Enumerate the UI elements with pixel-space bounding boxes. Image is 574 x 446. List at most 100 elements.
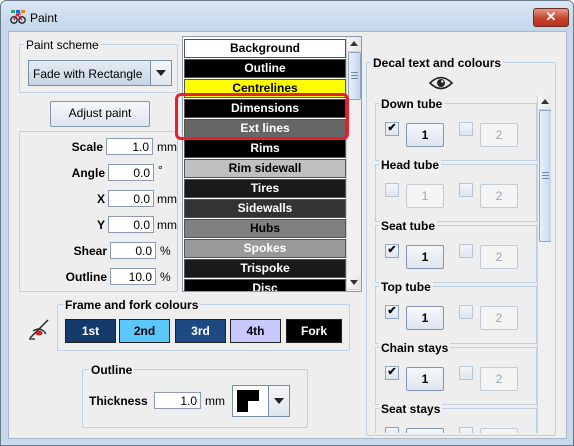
decal-text2-checkbox[interactable] [459, 427, 473, 433]
line-style-dropdown-button[interactable] [268, 386, 289, 416]
decal-item: Down tube ✔ 1 2 [375, 97, 537, 161]
scroll-down-button[interactable] [347, 275, 361, 290]
decal-text2-checkbox[interactable] [459, 305, 473, 319]
decal-scroll-up-button[interactable] [538, 95, 551, 110]
frame-fork-label: Frame and fork colours [63, 298, 201, 312]
layer-item[interactable]: Disc [184, 279, 346, 291]
angle-unit: ° [158, 163, 163, 177]
decal-item-label: Seat stays [379, 402, 443, 416]
layer-list[interactable]: Background Outline Centrelines Dimensions Ex… [182, 36, 362, 292]
arrow-up-icon [541, 99, 549, 104]
grip-icon [351, 72, 358, 73]
close-button[interactable]: ✕ [533, 8, 569, 27]
scale-unit: mm [157, 140, 177, 154]
decal-item: Seat tube ✔ 1 2 [375, 219, 537, 283]
paint-scheme-value: Fade with Rectangle [33, 67, 143, 81]
decal-text1-checkbox[interactable]: ✔ [385, 122, 399, 136]
fork-colour-button[interactable]: Fork [286, 319, 342, 343]
layer-item[interactable]: Tires [184, 179, 346, 198]
x-unit: mm [157, 192, 177, 206]
decal-text1-checkbox[interactable] [385, 183, 399, 197]
title-bar[interactable]: Paint ✕ [1, 1, 573, 31]
outline-pct-label: Outline [65, 270, 107, 284]
decal-text2-checkbox[interactable] [459, 244, 473, 258]
colour-3rd-button[interactable]: 3rd [175, 319, 226, 343]
decal-colour2-button[interactable]: 2 [480, 428, 518, 433]
thickness-unit: mm [205, 394, 225, 408]
decal-list[interactable]: Down tube ✔ 1 2 Head tube 1 2 Seat tube ✔ 1 2 Top t… [373, 95, 551, 433]
layer-item[interactable]: Background [184, 39, 346, 58]
scroll-up-button[interactable] [347, 37, 361, 52]
decal-item-label: Down tube [379, 97, 445, 111]
decal-colour1-button[interactable]: 1 [406, 123, 444, 147]
decal-colour2-button[interactable]: 2 [480, 123, 518, 147]
selection-highlight [175, 93, 349, 140]
scroll-thumb[interactable] [348, 52, 361, 100]
layer-item[interactable]: Rims [184, 139, 346, 158]
layer-item[interactable]: Outline [184, 59, 346, 78]
grip-line [542, 178, 549, 179]
decal-text1-checkbox[interactable]: ✔ [385, 305, 399, 319]
paint-scheme-label: Paint scheme [24, 38, 101, 52]
decal-item: Seat stays 1 2 [375, 402, 537, 433]
shear-unit: % [160, 244, 171, 258]
decal-colour1-button[interactable]: 1 [406, 306, 444, 330]
decal-item: Head tube 1 2 [375, 158, 537, 222]
decal-scrollbar[interactable] [537, 95, 551, 433]
client-area: Paint scheme Fade with Rectangle Adjust … [8, 31, 567, 439]
line-style-preview-icon [237, 390, 259, 412]
chevron-down-icon [156, 70, 166, 76]
decal-text2-checkbox[interactable] [459, 122, 473, 136]
decal-group-label: Decal text and colours [371, 56, 504, 70]
layer-item[interactable]: Rim sidewall [184, 159, 346, 178]
decal-text1-checkbox[interactable] [385, 427, 399, 433]
scale-field[interactable]: 1.0 [106, 138, 153, 155]
eye-icon[interactable] [429, 75, 453, 91]
y-field[interactable]: 0.0 [108, 216, 154, 233]
decal-text2-checkbox[interactable] [459, 366, 473, 380]
colour-2nd-button[interactable]: 2nd [119, 319, 170, 343]
layer-item[interactable]: Sidewalls [184, 199, 346, 218]
paint-scheme-dropdown-button[interactable] [150, 61, 171, 85]
app-icon [10, 10, 26, 24]
colour-4th-button[interactable]: 4th [230, 319, 281, 343]
decal-item: Top tube ✔ 1 2 [375, 280, 537, 344]
paint-window: Paint ✕ Paint scheme Fade with Rectangle… [0, 0, 574, 446]
no-paint-icon [29, 319, 49, 340]
decal-text2-checkbox[interactable] [459, 183, 473, 197]
decal-text1-checkbox[interactable]: ✔ [385, 366, 399, 380]
angle-label: Angle [71, 166, 105, 180]
grip-icon [542, 172, 549, 173]
decal-item-label: Chain stays [379, 341, 451, 355]
scale-label: Scale [71, 140, 103, 154]
decal-colour1-button[interactable]: 1 [406, 245, 444, 269]
y-unit: mm [157, 218, 177, 232]
line-style-select[interactable] [232, 385, 290, 417]
angle-field[interactable]: 0.0 [108, 164, 154, 181]
layer-item[interactable]: Spokes [184, 239, 346, 258]
layer-list-scrollbar[interactable] [346, 37, 361, 291]
decal-colour2-button[interactable]: 2 [480, 367, 518, 391]
layer-item[interactable]: Trispoke [184, 259, 346, 278]
paint-scheme-select[interactable]: Fade with Rectangle [28, 60, 172, 86]
y-label: Y [96, 218, 105, 232]
decal-text1-checkbox[interactable]: ✔ [385, 244, 399, 258]
x-field[interactable]: 0.0 [108, 190, 154, 207]
thickness-field[interactable]: 1.0 [154, 392, 201, 409]
shear-field[interactable]: 0.0 [110, 242, 156, 259]
adjust-paint-button[interactable]: Adjust paint [50, 101, 150, 127]
layer-item[interactable]: Hubs [184, 219, 346, 238]
decal-colour2-button[interactable]: 2 [480, 184, 518, 208]
outline-pct-field[interactable]: 10.0 [110, 268, 156, 285]
decal-colour2-button[interactable]: 2 [480, 245, 518, 269]
decal-scroll-thumb[interactable] [539, 110, 551, 242]
decal-colour1-button[interactable]: 1 [406, 367, 444, 391]
shear-label: Shear [73, 244, 107, 258]
decal-item: Chain stays ✔ 1 2 [375, 341, 537, 405]
decal-colour1-button[interactable]: 1 [406, 184, 444, 208]
thickness-label: Thickness [89, 394, 148, 408]
colour-1st-button[interactable]: 1st [65, 319, 116, 343]
grip-line [351, 78, 358, 79]
decal-colour2-button[interactable]: 2 [480, 306, 518, 330]
decal-colour1-button[interactable]: 1 [406, 428, 444, 433]
